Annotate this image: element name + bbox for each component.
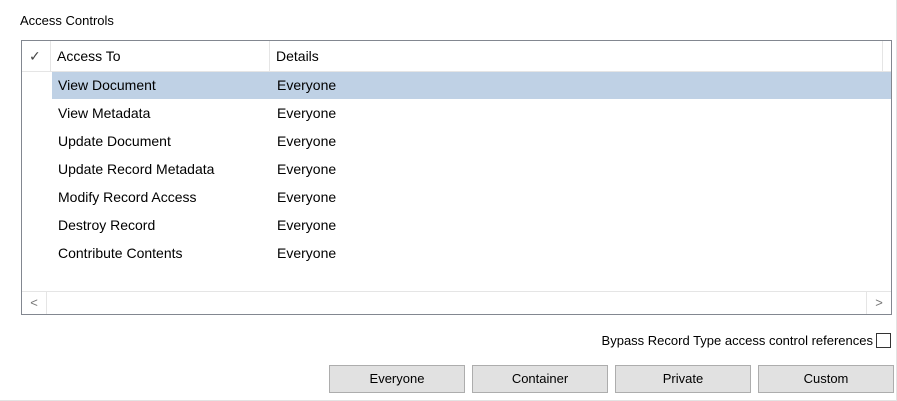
row-access: Modify Record Access	[58, 189, 197, 205]
row-details: Everyone	[277, 133, 337, 149]
everyone-button[interactable]: Everyone	[329, 365, 465, 393]
private-button[interactable]: Private	[615, 365, 751, 393]
row-details: Everyone	[277, 161, 337, 177]
container-button[interactable]: Container	[472, 365, 608, 393]
row-access: View Document	[58, 77, 156, 93]
access-controls-panel: Access Controls ✓ Access To Details View…	[0, 0, 897, 401]
bypass-checkbox[interactable]	[876, 332, 891, 348]
scroll-right-icon[interactable]: >	[866, 292, 891, 314]
list-row-contribute-contents[interactable]: Contribute Contents Everyone	[52, 240, 891, 267]
scroll-left-icon[interactable]: <	[22, 292, 47, 314]
details-column-header[interactable]: Details	[270, 41, 883, 71]
bypass-label: Bypass Record Type access control refere…	[601, 332, 873, 348]
row-details: Everyone	[277, 217, 337, 233]
checkmark-column-header[interactable]: ✓	[22, 41, 51, 71]
bypass-record-type-option[interactable]: Bypass Record Type access control refere…	[602, 330, 891, 350]
access-controls-label: Access Controls	[20, 13, 114, 28]
list-header: ✓ Access To Details	[22, 41, 891, 72]
list-row-view-document[interactable]: View Document Everyone	[52, 72, 891, 99]
horizontal-scrollbar[interactable]: < >	[22, 291, 891, 314]
row-details: Everyone	[277, 105, 337, 121]
row-access: View Metadata	[58, 105, 151, 121]
custom-button[interactable]: Custom	[758, 365, 894, 393]
list-row-modify-record-access[interactable]: Modify Record Access Everyone	[52, 184, 891, 211]
row-access: Contribute Contents	[58, 245, 183, 261]
list-row-destroy-record[interactable]: Destroy Record Everyone	[52, 212, 891, 239]
list-row-update-document[interactable]: Update Document Everyone	[52, 128, 891, 155]
row-details: Everyone	[277, 245, 337, 261]
row-access: Destroy Record	[58, 217, 156, 233]
list-row-view-metadata[interactable]: View Metadata Everyone	[52, 100, 891, 127]
list-row-update-record-metadata[interactable]: Update Record Metadata Everyone	[52, 156, 891, 183]
row-details: Everyone	[277, 77, 337, 93]
row-details: Everyone	[277, 189, 337, 205]
row-access: Update Document	[58, 133, 171, 149]
row-access: Update Record Metadata	[58, 161, 215, 177]
access-list[interactable]: ✓ Access To Details View Document Everyo…	[21, 40, 892, 315]
access-to-column-header[interactable]: Access To	[51, 41, 270, 71]
